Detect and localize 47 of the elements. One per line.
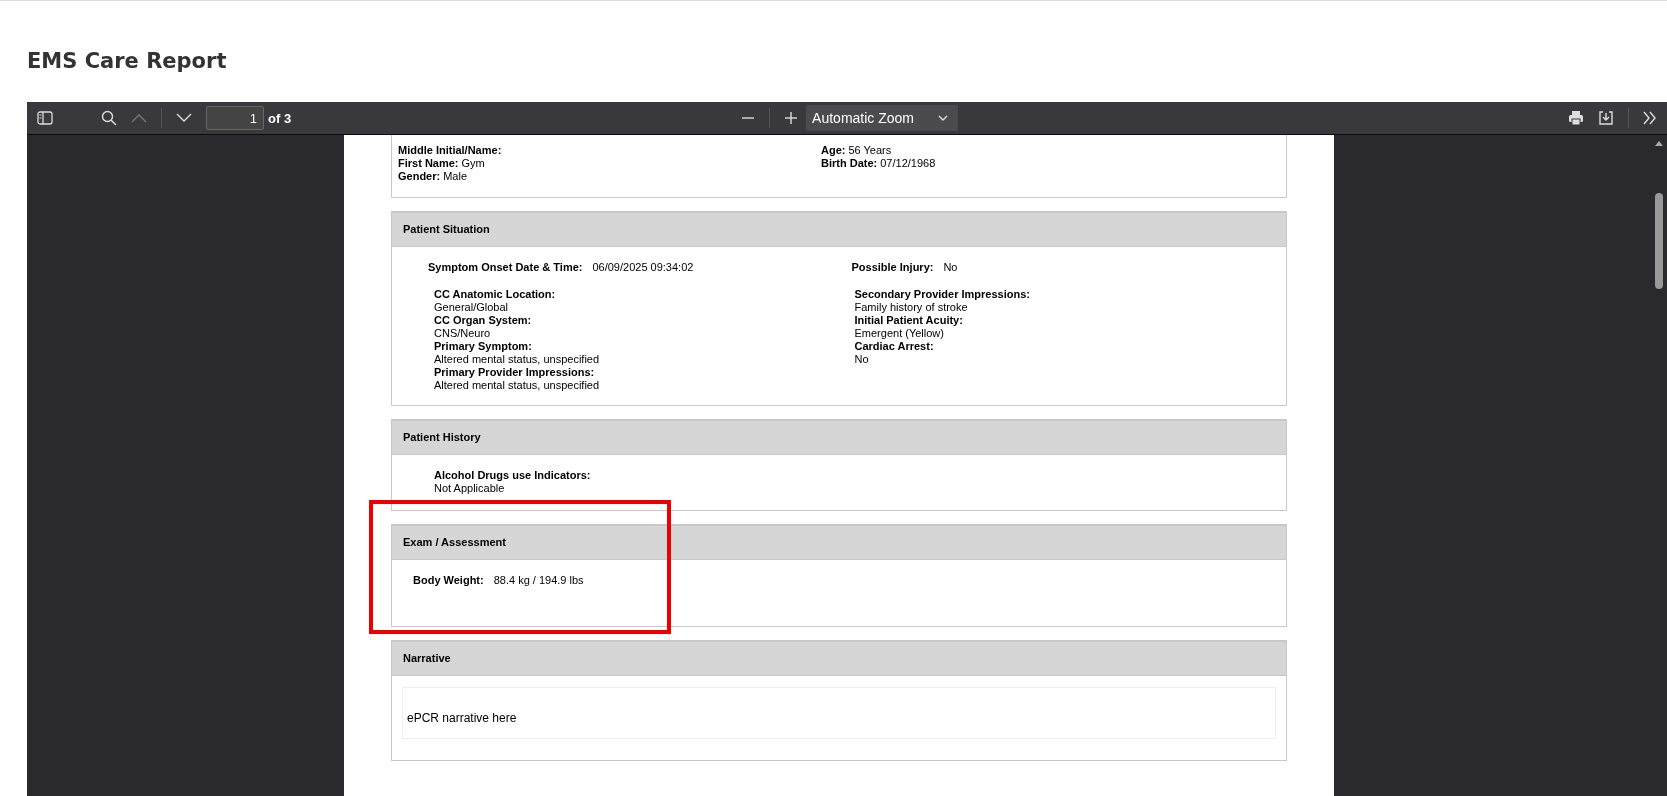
next-page-icon[interactable] — [176, 113, 192, 123]
field-value: 88.4 kg / 194.9 lbs — [493, 574, 584, 587]
search-icon[interactable] — [101, 110, 117, 126]
field-label: Primary Symptom: — [434, 340, 533, 353]
page-count: of 3 — [268, 110, 292, 126]
field-label: Initial Patient Acuity: — [854, 314, 964, 327]
field-line: Gender: Male — [398, 170, 469, 183]
field-label: Symptom Onset Date & Time: — [428, 261, 583, 274]
field-value: Altered mental status, unspecified — [434, 353, 601, 366]
previous-page-icon[interactable] — [131, 113, 147, 123]
zoom-dropdown[interactable]: Automatic Zoom — [806, 105, 959, 131]
section-header: Narrative — [392, 642, 1286, 676]
field-line: Middle Initial/Name: — [398, 144, 503, 157]
page-number-field[interactable]: 1 — [206, 106, 264, 130]
field-value: Not Applicable — [434, 482, 506, 495]
field-value: 06/09/2025 09:34:02 — [592, 261, 694, 274]
page-title: EMS Care Report — [26, 48, 228, 75]
field-line: First Name: Gym — [398, 157, 486, 170]
zoom-in-icon[interactable] — [784, 111, 799, 125]
narrative-text: ePCR narrative here — [407, 711, 517, 725]
field-label: Body Weight: — [413, 574, 484, 587]
scrollbar-thumb[interactable] — [1655, 193, 1663, 289]
field-value: CNS/Neuro — [434, 327, 492, 340]
field-value: Family history of stroke — [854, 301, 969, 314]
field-label: CC Organ System: — [434, 314, 533, 327]
field-label: Alcohol Drugs use Indicators: — [434, 469, 592, 482]
section-header: Patient History — [392, 421, 1286, 455]
caret-icon — [938, 115, 949, 121]
field-label: CC Anatomic Location: — [434, 288, 557, 301]
download-icon[interactable] — [1598, 110, 1614, 126]
field-label: Cardiac Arrest: — [854, 340, 935, 353]
field-label: Possible Injury: — [851, 261, 934, 274]
field-label: Secondary Provider Impressions: — [854, 288, 1031, 301]
scroll-up-icon[interactable] — [1655, 140, 1663, 146]
field-value: No — [943, 261, 958, 274]
field-value: No — [854, 353, 870, 366]
field-label: Primary Provider Impressions: — [434, 366, 596, 379]
more-tools-icon[interactable] — [1643, 111, 1657, 125]
sidebar-toggle-icon[interactable] — [37, 111, 53, 125]
print-icon[interactable] — [1568, 110, 1584, 126]
field-line: Age: 56 Years — [821, 144, 893, 157]
field-value: General/Global — [434, 301, 509, 314]
section-header: Patient Situation — [392, 213, 1286, 247]
field-value: Emergent (Yellow) — [854, 327, 945, 340]
section-header: Exam / Assessment — [392, 526, 1286, 560]
field-value: Altered mental status, unspecified — [434, 379, 601, 392]
field-line: Birth Date: 07/12/1968 — [821, 157, 937, 170]
